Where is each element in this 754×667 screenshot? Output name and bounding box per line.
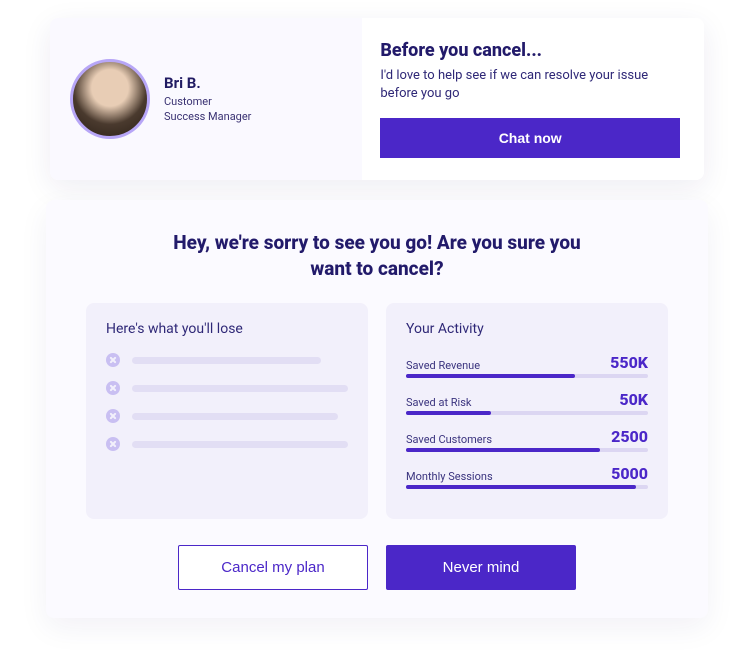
placeholder-bar — [132, 385, 348, 392]
metric-bar — [406, 485, 648, 489]
lose-item — [106, 381, 348, 395]
cancel-plan-button[interactable]: Cancel my plan — [178, 545, 368, 590]
lose-panel: Here's what you'll lose — [86, 303, 368, 519]
message-title: Before you cancel... — [380, 40, 680, 61]
message-body: I'd love to help see if we can resolve y… — [380, 67, 680, 102]
metric-value: 5000 — [611, 464, 648, 483]
placeholder-bar — [132, 357, 321, 364]
x-circle-icon — [106, 381, 120, 395]
metric-label: Monthly Sessions — [406, 470, 493, 483]
metric-bar — [406, 448, 648, 452]
activity-panel-title: Your Activity — [406, 321, 648, 337]
metric-label: Saved Customers — [406, 433, 492, 446]
person-name: Bri B. — [164, 74, 251, 92]
metric-row: Saved Revenue 550K — [406, 353, 648, 372]
metric-bar — [406, 411, 648, 415]
avatar — [70, 59, 150, 139]
placeholder-bar — [132, 413, 338, 420]
person-role: Customer Success Manager — [164, 95, 251, 124]
never-mind-button[interactable]: Never mind — [386, 545, 576, 590]
metric-value: 550K — [610, 353, 648, 372]
message-panel: Before you cancel... I'd love to help se… — [362, 18, 704, 180]
person-panel: Bri B. Customer Success Manager — [50, 18, 362, 180]
modal-title: Hey, we're sorry to see you go! Are you … — [157, 230, 597, 281]
metric-value: 2500 — [611, 427, 648, 446]
metric-label: Saved Revenue — [406, 359, 480, 372]
metric-label: Saved at Risk — [406, 396, 471, 409]
cancel-modal: Hey, we're sorry to see you go! Are you … — [46, 200, 708, 618]
placeholder-bar — [132, 441, 348, 448]
lose-item — [106, 409, 348, 423]
metric-row: Saved Customers 2500 — [406, 427, 648, 446]
lose-item — [106, 437, 348, 451]
x-circle-icon — [106, 409, 120, 423]
outreach-card: Bri B. Customer Success Manager Before y… — [50, 18, 704, 180]
metric-bar — [406, 374, 648, 378]
chat-now-button[interactable]: Chat now — [380, 118, 680, 158]
metric-row: Saved at Risk 50K — [406, 390, 648, 409]
x-circle-icon — [106, 353, 120, 367]
metric-row: Monthly Sessions 5000 — [406, 464, 648, 483]
lose-item — [106, 353, 348, 367]
activity-panel: Your Activity Saved Revenue 550K Saved at … — [386, 303, 668, 519]
metric-value: 50K — [619, 390, 648, 409]
x-circle-icon — [106, 437, 120, 451]
lose-panel-title: Here's what you'll lose — [106, 321, 348, 337]
